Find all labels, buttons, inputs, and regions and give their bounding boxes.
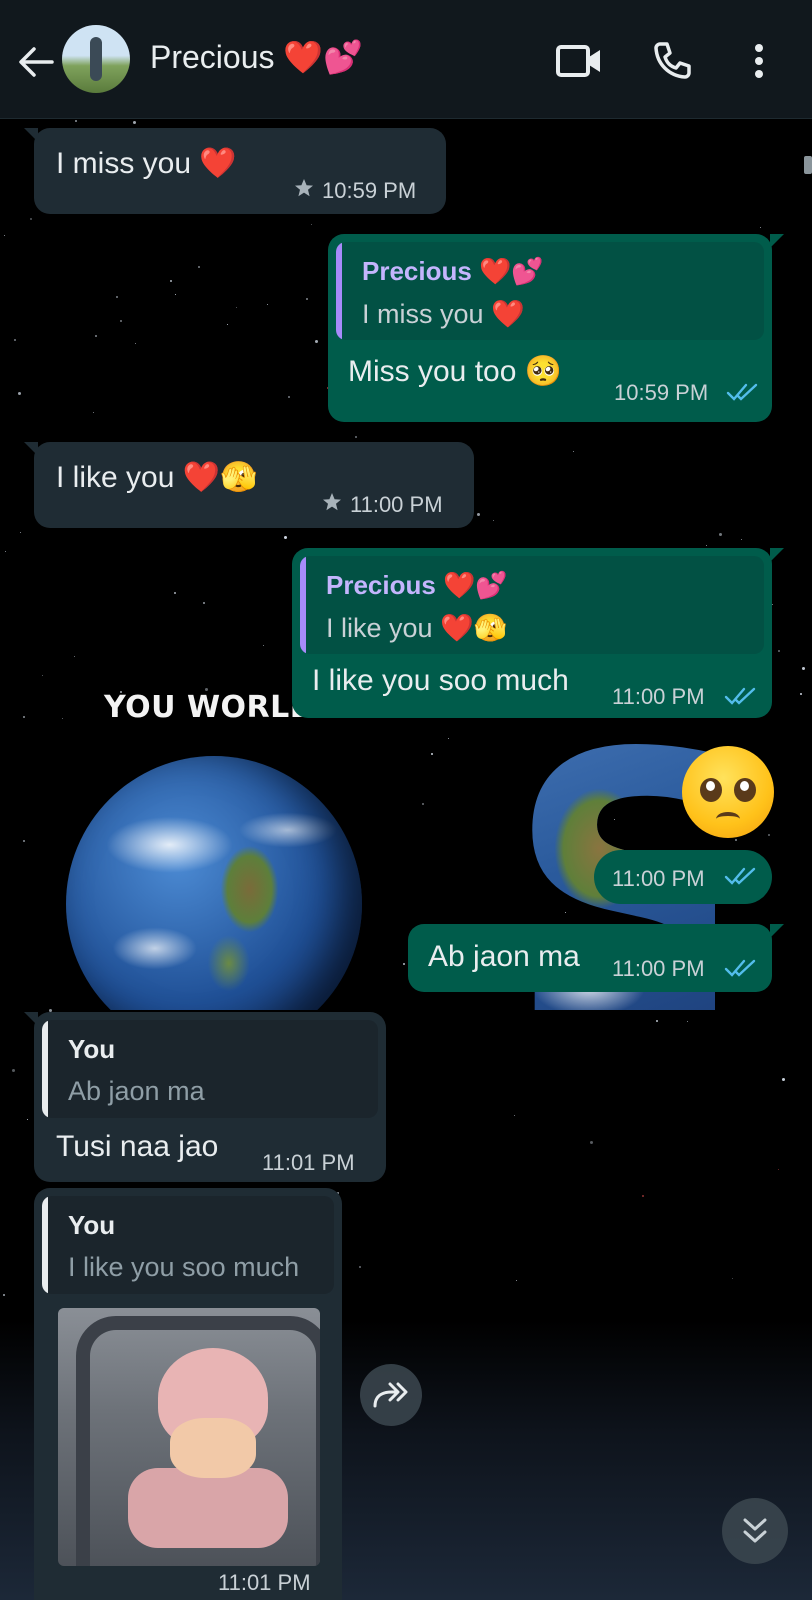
image-thumbnail[interactable] xyxy=(58,1308,320,1566)
star-dot xyxy=(732,1278,733,1279)
contact-avatar[interactable] xyxy=(62,25,130,93)
quoted-author: Precious ❤️💕 xyxy=(326,570,508,600)
message-time: 11:01 PM xyxy=(262,1150,355,1175)
message-bubble-incoming[interactable]: I like you ❤️🫣 11:00 PM xyxy=(24,442,474,528)
read-receipt-icon xyxy=(724,867,756,885)
message-text: I like you soo much xyxy=(312,664,569,697)
scrollbar[interactable] xyxy=(804,156,812,174)
message-time: 11:00 PM xyxy=(350,492,443,517)
quoted-text: Ab jaon ma xyxy=(68,1076,205,1106)
quoted-author: You xyxy=(68,1034,116,1064)
back-arrow-icon[interactable] xyxy=(16,44,56,80)
read-receipt-icon xyxy=(726,383,758,401)
more-options-icon[interactable] xyxy=(752,42,766,80)
message-bubble-outgoing[interactable]: Ab jaon ma 11:00 PM xyxy=(408,924,784,992)
quoted-message[interactable]: Precious ❤️💕 I miss you ❤️ xyxy=(336,242,764,340)
star-dot xyxy=(514,1115,515,1116)
message-time: 10:59 PM xyxy=(614,380,709,405)
sticker-time-chip: 11:00 PM xyxy=(594,850,772,904)
star-dot xyxy=(359,1266,361,1268)
message-text: Ab jaon ma xyxy=(428,940,580,973)
star-dot xyxy=(516,1280,517,1281)
contact-name[interactable]: Precious ❤️💕 xyxy=(150,38,363,76)
message-text: I miss you ❤️ xyxy=(56,147,237,180)
message-text: I like you ❤️🫣 xyxy=(56,461,258,494)
message-bubble-outgoing[interactable]: Precious ❤️💕 I like you ❤️🫣 I like you s… xyxy=(292,548,784,718)
star-icon xyxy=(323,493,341,511)
star-dot xyxy=(687,1021,688,1022)
quoted-text: I like you ❤️🫣 xyxy=(326,613,508,643)
star-dot xyxy=(782,1078,785,1081)
earth-image xyxy=(66,756,362,1010)
star-dot xyxy=(3,1294,5,1296)
read-receipt-icon xyxy=(724,959,756,977)
star-dot xyxy=(590,1141,593,1144)
message-text: Miss you too 🥺 xyxy=(348,355,563,388)
message-bubble-incoming[interactable]: You Ab jaon ma Tusi naa jao 11:01 PM xyxy=(24,1012,386,1182)
star-dot xyxy=(12,1069,15,1072)
message-bubble-outgoing[interactable]: Precious ❤️💕 I miss you ❤️ Miss you too … xyxy=(328,234,784,422)
quoted-message[interactable]: Precious ❤️💕 I like you ❤️🫣 xyxy=(300,556,764,654)
quoted-author: You xyxy=(68,1210,116,1240)
quoted-message[interactable]: You I like you soo much xyxy=(42,1196,334,1294)
quoted-text: I like you soo much xyxy=(68,1252,300,1282)
message-bubble-incoming[interactable]: I miss you ❤️ 10:59 PM xyxy=(24,128,446,214)
message-time: 11:01 PM xyxy=(218,1570,311,1595)
quoted-author: Precious ❤️💕 xyxy=(362,256,544,286)
quoted-message[interactable]: You Ab jaon ma xyxy=(42,1020,378,1118)
read-receipt-icon xyxy=(724,687,756,705)
star-dot xyxy=(27,1119,28,1120)
message-time: 11:00 PM xyxy=(612,956,705,981)
message-time: 11:00 PM xyxy=(612,684,705,709)
star-dot xyxy=(642,1195,644,1197)
star-icon xyxy=(295,179,313,197)
forward-icon xyxy=(373,1382,408,1408)
message-text: Tusi naa jao xyxy=(56,1130,219,1163)
forward-button[interactable] xyxy=(360,1364,422,1426)
message-time: 10:59 PM xyxy=(322,178,417,203)
message-time: 11:00 PM xyxy=(612,866,705,891)
star-dot xyxy=(778,1169,779,1170)
voice-call-icon[interactable] xyxy=(652,40,692,80)
double-chevron-down-icon xyxy=(743,1518,767,1543)
chat-header: Precious ❤️💕 xyxy=(0,0,812,119)
quoted-text: I miss you ❤️ xyxy=(362,299,525,329)
star-dot xyxy=(656,1020,658,1022)
video-call-icon[interactable] xyxy=(556,44,602,78)
scroll-to-bottom-button[interactable] xyxy=(722,1498,788,1564)
pleading-face-sticker[interactable] xyxy=(682,746,774,838)
